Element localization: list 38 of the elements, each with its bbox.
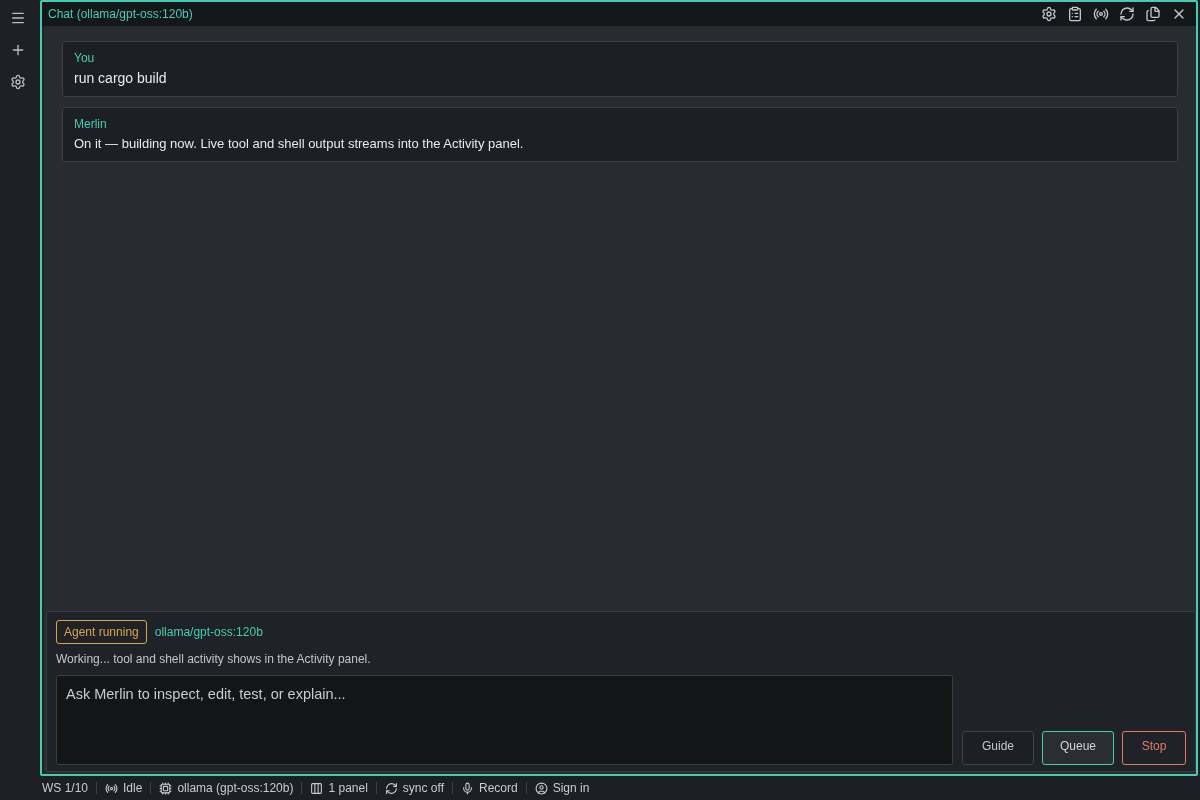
- columns-icon: [310, 781, 324, 795]
- message-text: On it — building now. Live tool and shell output streams into the Activity panel.: [74, 136, 525, 151]
- model-label: ollama (gpt-oss:120b): [177, 781, 294, 795]
- clipboard-icon: [1067, 6, 1083, 22]
- clipboard-button[interactable]: [1066, 5, 1084, 23]
- settings-icon: [1041, 6, 1057, 22]
- message-author: Merlin: [74, 117, 108, 131]
- sign-in-button[interactable]: Sign in: [534, 781, 590, 795]
- stop-button[interactable]: Stop: [1122, 731, 1186, 765]
- activity-hint: Working... tool and shell activity shows in the Activity panel.: [56, 652, 372, 666]
- model-label: ollama/gpt-oss:120b: [154, 625, 263, 639]
- menu-icon: [10, 10, 26, 26]
- documents-button[interactable]: [1144, 5, 1162, 23]
- settings-button[interactable]: [9, 73, 27, 91]
- refresh-icon: [1119, 6, 1135, 22]
- sync-button[interactable]: sync off: [384, 781, 444, 795]
- settings-icon: [10, 74, 26, 90]
- refresh-button[interactable]: [1118, 5, 1136, 23]
- chip-icon: [159, 781, 173, 795]
- sync-icon: [384, 781, 398, 795]
- status-label: Idle: [123, 781, 143, 795]
- panel-count-label: 1 panel: [328, 781, 368, 795]
- broadcast-icon: [105, 781, 119, 795]
- queue-button[interactable]: Queue: [1042, 731, 1114, 765]
- user-icon: [534, 781, 548, 795]
- message-text: run cargo build: [74, 70, 168, 86]
- panel-title: Chat (ollama/gpt-oss:120b): [48, 7, 194, 21]
- status-badge: Agent running: [56, 620, 147, 644]
- workspace-label: WS 1/10: [42, 781, 89, 795]
- message-input[interactable]: Ask Merlin to inspect, edit, test, or explain...: [56, 675, 953, 765]
- broadcast-icon: [1093, 6, 1109, 22]
- microphone-icon: [460, 781, 474, 795]
- record-button[interactable]: Record: [460, 781, 518, 795]
- settings-button[interactable]: [1040, 5, 1058, 23]
- guide-button[interactable]: Guide: [962, 731, 1034, 765]
- documents-icon: [1145, 6, 1161, 22]
- plus-icon: [10, 42, 26, 58]
- message-author: You: [74, 51, 96, 65]
